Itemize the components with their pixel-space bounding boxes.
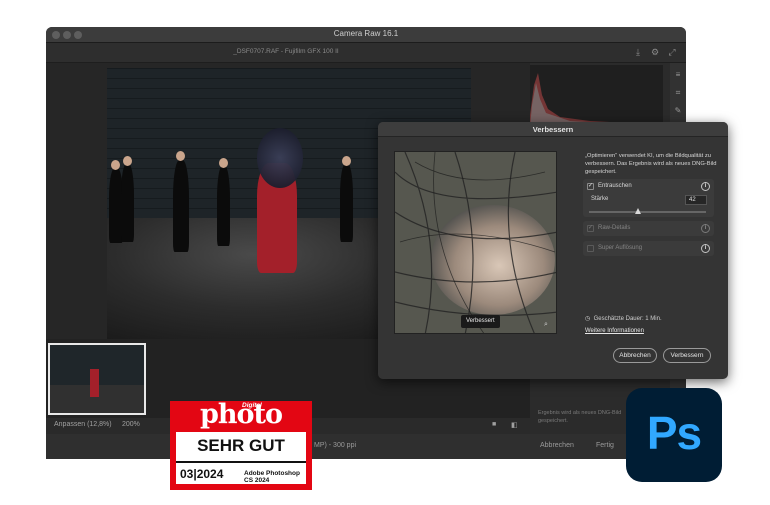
raw-details-option: ✓ Raw-Details i <box>583 221 714 236</box>
super-resolution-label: Super Auflösung <box>598 245 643 251</box>
award-panel: SEHR GUT 03|2024 Adobe Photoshop CS 2024 <box>176 432 306 484</box>
award-issue: 03|2024 <box>180 467 224 481</box>
zoom-fit-select[interactable]: Anpassen (12,8%) <box>54 421 112 428</box>
brush-icon[interactable]: ✎ <box>672 105 684 117</box>
gear-icon[interactable]: ⚙ <box>649 46 661 58</box>
strength-label: Stärke <box>591 196 609 202</box>
done-button[interactable]: Fertig <box>596 442 614 449</box>
image-info[interactable]: MP) - 300 ppi <box>314 442 356 449</box>
award-grade: SEHR GUT <box>197 436 285 455</box>
zoom-level-select[interactable]: 200% <box>122 421 140 428</box>
raw-details-checkbox[interactable]: ✓ <box>587 225 594 232</box>
dancer-head <box>342 156 351 166</box>
denoise-label: Entrauschen <box>598 183 632 189</box>
panel-text-line: gespeichert. <box>538 418 568 424</box>
photoshop-logo: Ps <box>626 388 722 482</box>
super-resolution-checkbox[interactable] <box>587 245 594 252</box>
award-brand: photo <box>200 399 283 430</box>
panel-text-line: Ergebnis wird als neues DNG-Bild <box>538 410 622 416</box>
super-resolution-option: Super Auflösung i <box>583 241 714 256</box>
award-badge: Digital photo SEHR GUT 03|2024 Adobe Pho… <box>170 399 312 490</box>
more-info-link[interactable]: Weitere Informationen <box>585 328 644 334</box>
dialog-description: „Optimieren“ verwendet KI, um die Bildqu… <box>585 153 717 175</box>
estimated-duration: ◷ Geschätzte Dauer: 1 Min. <box>585 315 662 322</box>
file-name: _DSF0707.RAF - Fujifilm GFX 100 II <box>233 48 339 55</box>
filmstrip-thumbnail[interactable] <box>48 343 146 415</box>
split-view-icon[interactable]: ◧ <box>511 421 518 429</box>
denoise-option: ✓ Entrauschen i Stärke 42 <box>583 179 714 217</box>
dancer-figure <box>340 164 353 242</box>
raw-details-label: Raw-Details <box>598 225 631 231</box>
veil <box>257 128 303 188</box>
award-divider <box>176 461 306 463</box>
status-bar: MP) - 300 ppi Abbrechen Fertig <box>46 434 686 459</box>
compare-icon[interactable]: ■ <box>492 421 496 428</box>
enhance-preview[interactable]: Verbessert ⌕ <box>394 151 557 334</box>
fullscreen-icon[interactable]: ⤢ <box>666 46 678 58</box>
enhance-dialog: Verbessern Verbessert ⌕ „Optimieren“ ver… <box>378 122 728 379</box>
thumb-red-dancer <box>90 369 99 397</box>
preview-badge: Verbessert <box>461 315 500 328</box>
duration-text: Geschätzte Dauer: 1 Min. <box>593 316 662 322</box>
info-icon[interactable]: i <box>701 182 710 191</box>
strength-slider-handle[interactable] <box>635 208 642 214</box>
award-product: Adobe Photoshop CS 2024 <box>244 470 300 484</box>
strength-slider[interactable] <box>589 211 706 213</box>
histogram <box>530 65 663 127</box>
cancel-button[interactable]: Abbrechen <box>540 442 574 449</box>
crop-icon[interactable]: ⌗ <box>672 87 684 99</box>
histogram-graph <box>530 73 663 127</box>
dialog-cancel-button[interactable]: Abbrechen <box>613 348 657 363</box>
info-icon[interactable]: i <box>701 244 710 253</box>
file-bar: _DSF0707.RAF - Fujifilm GFX 100 II ⤓ ⚙ ⤢ <box>46 43 686 63</box>
denoise-checkbox[interactable]: ✓ <box>587 183 594 190</box>
enhance-button[interactable]: Verbessern <box>663 348 711 363</box>
title-bar: Camera Raw 16.1 <box>46 27 686 43</box>
strength-value-input[interactable]: 42 <box>685 195 707 205</box>
clock-icon: ◷ <box>585 316 591 322</box>
screenshot-root: Camera Raw 16.1 _DSF0707.RAF - Fujifilm … <box>0 0 770 505</box>
info-icon[interactable]: i <box>701 224 710 233</box>
dancer-head <box>123 156 132 166</box>
preview-image <box>395 152 556 333</box>
photoshop-logo-text: Ps <box>646 407 702 459</box>
dancer-figure <box>173 160 189 252</box>
dialog-title: Verbessern <box>378 122 728 137</box>
dancer-figure <box>121 164 134 242</box>
dancer-head <box>219 158 228 168</box>
magnifier-icon[interactable]: ⌕ <box>544 320 553 329</box>
dancer-figure <box>217 166 230 246</box>
window-title: Camera Raw 16.1 <box>333 29 399 38</box>
dancer-head <box>111 160 120 170</box>
save-icon[interactable]: ⤓ <box>632 46 644 58</box>
edit-icon[interactable]: ≡ <box>672 69 684 81</box>
dancer-head <box>176 151 185 161</box>
